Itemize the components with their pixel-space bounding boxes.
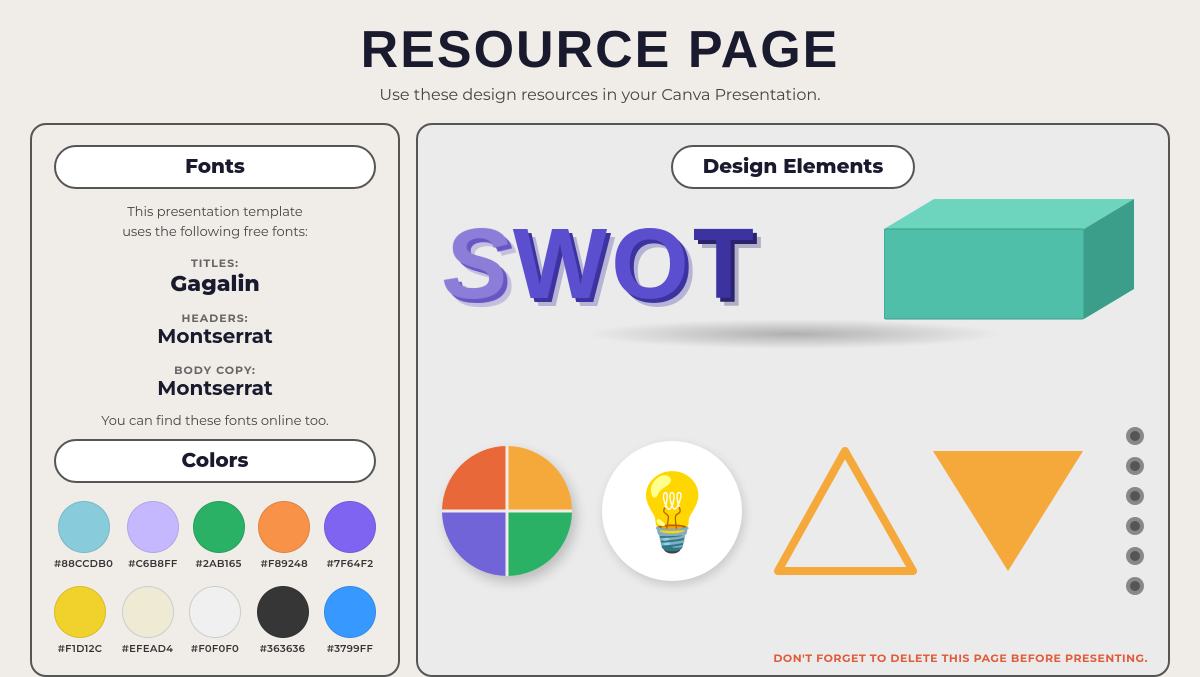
swot-w: W	[513, 214, 611, 314]
color-circle-3	[193, 501, 245, 553]
body-font-name: Montserrat	[54, 377, 376, 401]
color-swatch-2: #C6B8FF	[127, 501, 179, 570]
triangle-outline-svg	[773, 446, 918, 576]
titles-label: TITLES:	[54, 256, 376, 270]
dot-5	[1126, 547, 1144, 565]
colors-row-2: #F1D12C #EFEAD4 #F0F0F0 #363636 #3799FF	[54, 586, 376, 655]
pie-chart	[442, 446, 572, 576]
lightbulb-icon: 💡	[626, 474, 719, 549]
swot-s: S	[443, 213, 513, 315]
color-swatch-1: #88CCDB0	[54, 501, 113, 570]
color-swatch-8: #F0F0F0	[189, 586, 241, 655]
fonts-description: This presentation template uses the foll…	[54, 203, 376, 242]
pie-v-line	[506, 446, 509, 576]
color-circle-2	[127, 501, 179, 553]
color-hex-9: #363636	[260, 642, 305, 655]
color-hex-3: #2AB165	[196, 557, 242, 570]
color-swatch-6: #F1D12C	[54, 586, 106, 655]
left-panel: Fonts This presentation template uses th…	[30, 123, 400, 677]
elements-row: 💡	[442, 367, 1144, 655]
swot-t: T	[693, 214, 758, 314]
color-circle-4	[258, 501, 310, 553]
color-swatch-7: #EFEAD4	[122, 586, 174, 655]
color-hex-5: #7F64F2	[327, 557, 374, 570]
dot-3	[1126, 487, 1144, 505]
color-hex-10: #3799FF	[327, 642, 373, 655]
page-container: RESOURCE PAGE Use these design resources…	[0, 0, 1200, 675]
design-elements-label: Design Elements	[671, 145, 916, 189]
color-swatch-9: #363636	[257, 586, 309, 655]
titles-font-name: Gagalin	[54, 270, 376, 297]
color-swatch-3: #2AB165	[193, 501, 245, 570]
dot-6	[1126, 577, 1144, 595]
color-hex-8: #F0F0F0	[191, 642, 239, 655]
color-circle-6	[54, 586, 106, 638]
headers-font-group: HEADERS: Montserrat	[54, 311, 376, 349]
main-content: Fonts This presentation template uses th…	[30, 123, 1170, 677]
color-circle-10	[324, 586, 376, 638]
color-circle-5	[324, 501, 376, 553]
page-title: RESOURCE PAGE	[361, 20, 840, 80]
color-hex-1: #88CCDB0	[54, 557, 113, 570]
color-circle-1	[58, 501, 110, 553]
color-hex-6: #F1D12C	[58, 642, 103, 655]
color-hex-7: #EFEAD4	[122, 642, 174, 655]
color-hex-2: #C6B8FF	[128, 557, 177, 570]
triangles-container	[773, 446, 1088, 576]
color-circle-8	[189, 586, 241, 638]
dot-1	[1126, 427, 1144, 445]
dot-2	[1126, 457, 1144, 475]
color-circle-9	[257, 586, 309, 638]
color-circle-7	[122, 586, 174, 638]
dots-column	[1126, 421, 1144, 601]
swot-o: O	[611, 214, 693, 314]
color-swatch-5: #7F64F2	[324, 501, 376, 570]
colors-section-label: Colors	[54, 439, 376, 483]
color-swatch-10: #3799FF	[324, 586, 376, 655]
box-3d-svg	[884, 199, 1144, 329]
dot-4	[1126, 517, 1144, 535]
color-swatch-4: #F89248	[258, 501, 310, 570]
colors-row-1: #88CCDB0 #C6B8FF #2AB165 #F89248 #7F64F2	[54, 501, 376, 570]
swot-text: S W O T	[442, 214, 758, 314]
body-font-group: BODY COPY: Montserrat	[54, 363, 376, 401]
color-hex-4: #F89248	[261, 557, 308, 570]
footer-note: DON'T FORGET TO DELETE THIS PAGE BEFORE …	[773, 651, 1148, 665]
lightbulb-container: 💡	[602, 441, 742, 581]
headers-font-name: Montserrat	[54, 325, 376, 349]
fonts-section-label: Fonts	[54, 145, 376, 189]
title-font-group: TITLES: Gagalin	[54, 256, 376, 297]
right-panel: Design Elements S W O T	[416, 123, 1170, 677]
body-label: BODY COPY:	[54, 363, 376, 377]
fonts-online-note: You can find these fonts online too.	[54, 413, 376, 429]
headers-label: HEADERS:	[54, 311, 376, 325]
page-subtitle: Use these design resources in your Canva…	[379, 86, 820, 105]
triangle-solid-svg	[928, 446, 1088, 576]
swot-area: S W O T	[442, 199, 1144, 329]
